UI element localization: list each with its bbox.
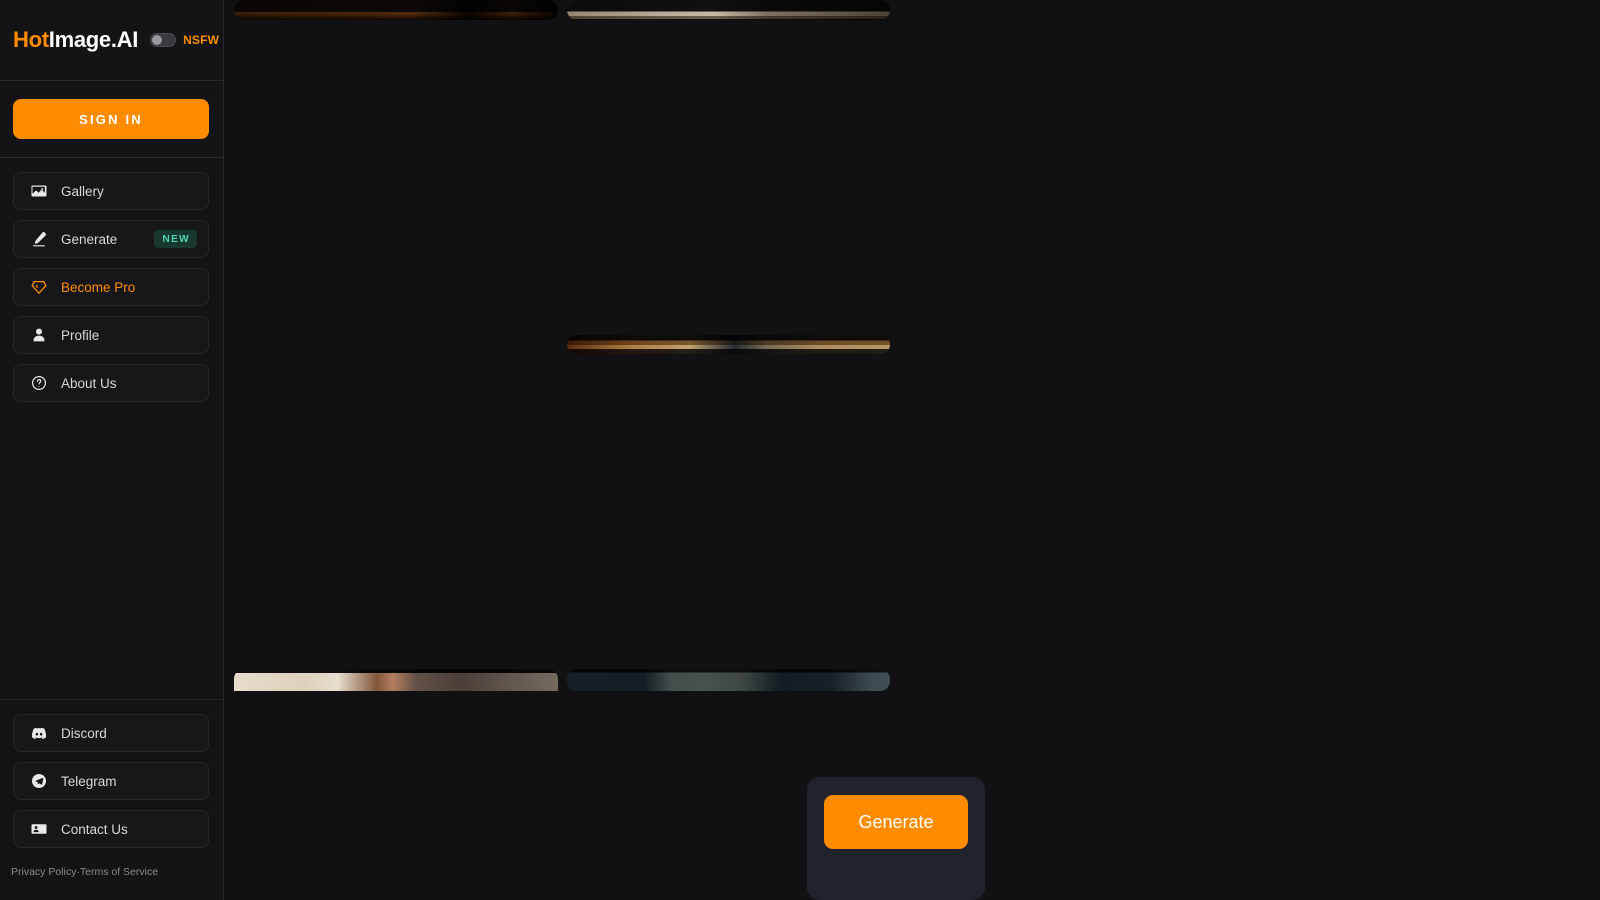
gallery-thumbnail[interactable] xyxy=(234,669,558,691)
status-badge: NEW xyxy=(154,230,197,248)
sidebar-item-telegram[interactable]: Telegram xyxy=(13,762,209,800)
footer-padding xyxy=(0,878,223,900)
nsfw-toggle-group[interactable]: NSFW xyxy=(150,33,219,47)
sidebar-item-become-pro[interactable]: Become Pro xyxy=(13,268,209,306)
nsfw-toggle[interactable] xyxy=(150,33,177,47)
generate-panel: Generate xyxy=(807,777,985,900)
sidebar: HotImage.AI NSFW SIGN IN Gallery Generat… xyxy=(0,0,224,900)
gallery-thumbnail[interactable] xyxy=(567,0,890,20)
sidebar-item-label: Become Pro xyxy=(61,279,136,295)
gallery-gap xyxy=(567,354,890,669)
gallery-thumbnail[interactable] xyxy=(234,0,558,20)
app-root: HotImage.AI NSFW SIGN IN Gallery Generat… xyxy=(0,0,1600,900)
main-content: Generate xyxy=(224,0,1600,900)
gallery-gap xyxy=(234,20,558,335)
app-logo[interactable]: HotImage.AI xyxy=(13,27,138,53)
sidebar-item-generate[interactable]: Generate NEW xyxy=(13,220,209,258)
sidebar-item-label: Gallery xyxy=(61,183,104,199)
sidebar-item-contact-us[interactable]: Contact Us xyxy=(13,810,209,848)
terms-of-service-link[interactable]: Terms of Service xyxy=(80,866,158,878)
sidebar-item-label: Telegram xyxy=(61,773,117,789)
logo-prefix: Hot xyxy=(13,27,49,52)
nsfw-label: NSFW xyxy=(183,33,220,47)
pencil-icon xyxy=(31,231,47,247)
gallery-thumbnail[interactable] xyxy=(567,669,890,691)
gallery-gap xyxy=(234,354,558,669)
secondary-nav: Discord Telegram Contact Us xyxy=(0,700,223,848)
sidebar-item-label: About Us xyxy=(61,375,117,391)
gallery-column-left xyxy=(234,0,558,691)
gallery-grid xyxy=(234,0,904,691)
sidebar-item-gallery[interactable]: Gallery xyxy=(13,172,209,210)
sign-in-button[interactable]: SIGN IN xyxy=(13,99,209,139)
brand-row: HotImage.AI NSFW xyxy=(0,0,223,80)
gallery-thumbnail[interactable] xyxy=(234,335,558,354)
sign-in-section: SIGN IN xyxy=(0,81,223,139)
contact-card-icon xyxy=(31,821,47,837)
gallery-thumbnail[interactable] xyxy=(567,335,890,354)
telegram-icon xyxy=(31,773,47,789)
toggle-off-icon xyxy=(152,35,163,45)
sidebar-item-label: Contact Us xyxy=(61,821,128,837)
person-icon xyxy=(31,327,47,343)
generate-button[interactable]: Generate xyxy=(824,795,968,849)
question-circle-icon xyxy=(31,375,47,391)
sidebar-item-discord[interactable]: Discord xyxy=(13,714,209,752)
sidebar-item-profile[interactable]: Profile xyxy=(13,316,209,354)
sidebar-item-label: Discord xyxy=(61,725,107,741)
sidebar-item-about-us[interactable]: About Us xyxy=(13,364,209,402)
primary-nav: Gallery Generate NEW Become Pro Profile … xyxy=(0,158,223,402)
privacy-policy-link[interactable]: Privacy Policy xyxy=(11,866,76,878)
discord-icon xyxy=(31,725,47,741)
gallery-gap xyxy=(567,20,890,335)
sidebar-item-label: Generate xyxy=(61,231,118,247)
footer-links: Privacy Policy · Terms of Service xyxy=(0,848,223,878)
image-icon xyxy=(31,183,47,199)
gallery-column-right xyxy=(567,0,890,691)
sidebar-item-label: Profile xyxy=(61,327,100,343)
logo-suffix: Image.AI xyxy=(48,27,139,52)
diamond-icon xyxy=(31,279,47,295)
